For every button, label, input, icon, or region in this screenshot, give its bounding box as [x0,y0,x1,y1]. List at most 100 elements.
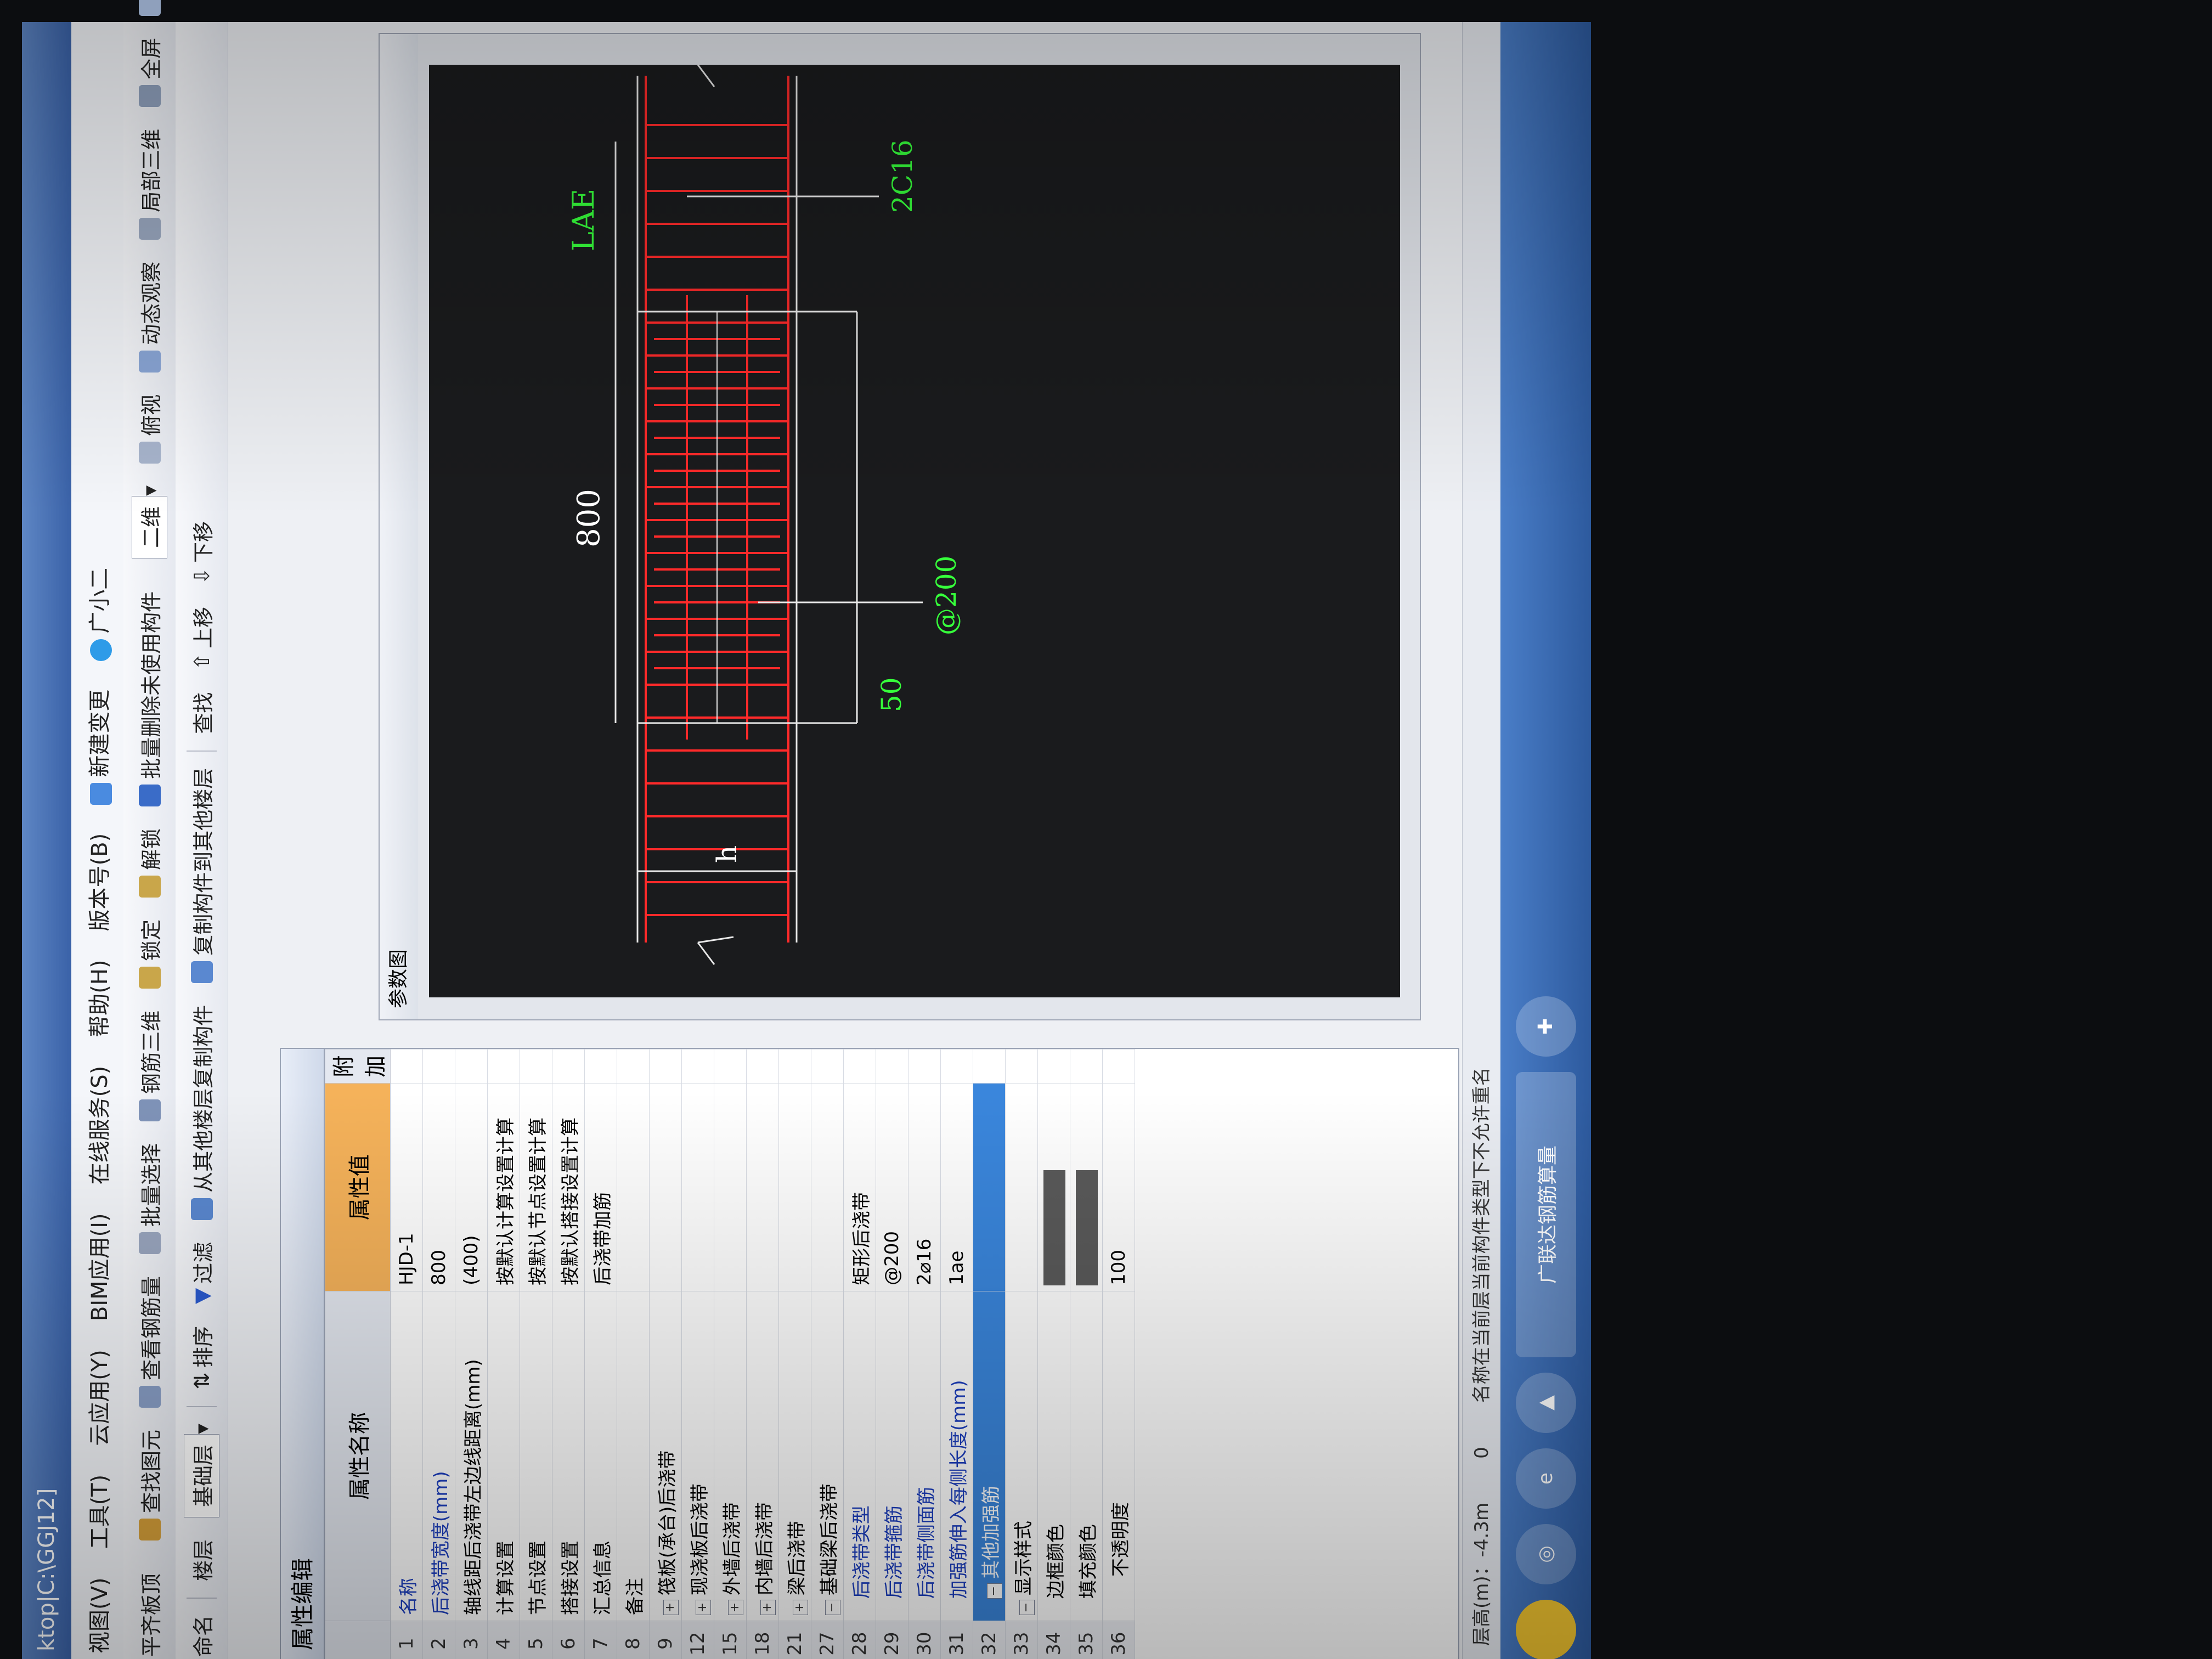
property-value[interactable] [1070,1083,1103,1291]
property-row[interactable]: 32 − 其他加强筋 [973,1049,1006,1659]
property-value[interactable]: 按默认计算设置计算 [487,1083,520,1291]
property-value[interactable] [617,1083,650,1291]
menu-cloud[interactable]: 云应用(Y) [82,1335,114,1460]
tab-property-edit[interactable]: 属性编辑 [281,1049,325,1659]
property-extra-checkbox[interactable] [584,1049,617,1084]
menu-help[interactable]: 帮助(H) [82,945,114,1051]
property-value[interactable] [746,1083,779,1291]
property-extra-checkbox[interactable] [520,1049,552,1084]
property-extra-checkbox[interactable] [1037,1049,1070,1084]
expand-icon[interactable]: + [792,1600,808,1616]
menu-assistant[interactable]: 广小二 [82,554,114,675]
menu-bim[interactable]: BIM应用(I) [82,1199,114,1335]
property-value[interactable]: 按默认搭接设置计算 [552,1083,585,1291]
property-row[interactable]: 6 搭接设置 按默认搭接设置计算 [552,1049,585,1659]
zoom-button[interactable]: 缩放 [134,0,165,27]
property-extra-checkbox[interactable] [1005,1049,1038,1084]
property-value[interactable] [1005,1083,1038,1291]
property-value[interactable]: 2⌀16 [908,1083,941,1291]
collapse-icon[interactable]: − [1019,1600,1035,1616]
collapse-icon[interactable]: − [986,1583,1002,1599]
property-extra-checkbox[interactable] [487,1049,520,1084]
property-row[interactable]: 34 边框颜色 [1037,1049,1070,1659]
property-value[interactable] [681,1083,714,1291]
collapse-icon[interactable]: − [825,1600,840,1616]
property-row[interactable]: 30 后浇带侧面筋 2⌀16 [908,1049,941,1659]
batch-select-button[interactable]: 批量选择 [134,1132,165,1265]
property-row[interactable]: 27 − 基础梁后浇带 [811,1049,844,1659]
property-extra-checkbox[interactable] [1070,1049,1103,1084]
property-extra-checkbox[interactable] [681,1049,714,1084]
property-value[interactable]: 按默认节点设置计算 [520,1083,552,1291]
menu-online-service[interactable]: 在线服务(S) [82,1052,114,1199]
pinned-app-icon[interactable]: ✚ [1515,996,1576,1057]
property-value[interactable] [714,1083,747,1291]
property-value[interactable] [649,1083,682,1291]
start-icon[interactable] [1515,1600,1576,1659]
expand-icon[interactable]: + [663,1600,679,1616]
property-row[interactable]: 7 汇总信息 后浇带加筋 [584,1049,617,1659]
property-extra-checkbox[interactable] [843,1049,876,1084]
property-extra-checkbox[interactable] [552,1049,585,1084]
property-value[interactable] [973,1083,1006,1291]
color-swatch[interactable] [1043,1170,1065,1285]
property-extra-checkbox[interactable] [973,1049,1006,1084]
property-row[interactable]: 31 加强筋伸入每侧长度(mm) 1ae [940,1049,973,1659]
property-row[interactable]: 36 不透明度 100 [1102,1049,1135,1659]
property-value[interactable]: @200 [876,1083,909,1291]
view-mode-select[interactable]: 二维 ▾ [132,475,167,569]
view-rebar-button[interactable]: 查看钢筋量 [134,1265,165,1419]
menu-version[interactable]: 版本号(B) [82,819,114,946]
property-extra-checkbox[interactable] [649,1049,682,1084]
copy-to-floor-button[interactable]: 复制构件到其他楼层 [187,757,217,994]
property-row[interactable]: 3 轴线距后浇带左边线距离(mm) (400) [455,1049,488,1659]
menu-tools[interactable]: 工具(T) [82,1460,114,1564]
property-value[interactable]: 800 [422,1083,455,1291]
property-extra-checkbox[interactable] [908,1049,941,1084]
find-button[interactable]: 查找 [187,681,217,745]
property-extra-checkbox[interactable] [1102,1049,1135,1084]
taskbar-active-window[interactable]: 广联达钢筋算量 [1515,1072,1576,1357]
lock-button[interactable]: 锁定 [134,909,165,1000]
property-row[interactable]: 28 后浇带类型 矩形后浇带 [843,1049,876,1659]
ie-icon[interactable]: e [1515,1448,1576,1509]
property-row[interactable]: 21 + 梁后浇带 [778,1049,811,1659]
property-row[interactable]: 29 后浇带箍筋 @200 [876,1049,909,1659]
property-extra-checkbox[interactable] [390,1049,423,1084]
property-row[interactable]: 18 + 内墙后浇带 [746,1049,779,1659]
property-row[interactable]: 35 填充颜色 [1070,1049,1103,1659]
property-row[interactable]: 8 备注 [617,1049,650,1659]
property-value[interactable]: (400) [455,1083,488,1291]
property-value[interactable]: 100 [1102,1083,1135,1291]
browser-icon[interactable]: ◎ [1515,1524,1576,1584]
copy-from-floor-button[interactable]: 从其他楼层复制构件 [187,994,217,1231]
move-up-button[interactable]: ⇧ 上移 [187,596,217,681]
property-row[interactable]: 1 名称 HJD-1 [390,1049,423,1659]
property-row[interactable]: 4 计算设置 按默认计算设置计算 [487,1049,520,1659]
top-view-button[interactable]: 俯视 [134,383,165,475]
property-extra-checkbox[interactable] [714,1049,747,1084]
expand-icon[interactable]: + [695,1600,711,1616]
property-value[interactable]: HJD-1 [390,1083,423,1291]
floor-select[interactable]: 基础层 ▾ [184,1413,219,1528]
partial-3d-button[interactable]: 局部三维 [134,118,165,251]
align-slab-top-button[interactable]: 平齐板顶 [134,1562,165,1659]
property-row[interactable]: 33 − 显示样式 [1005,1049,1038,1659]
property-extra-checkbox[interactable] [422,1049,455,1084]
expand-icon[interactable]: + [760,1600,776,1616]
unlock-button[interactable]: 解锁 [134,817,165,909]
property-row[interactable]: 9 + 筏板(承台)后浇带 [649,1049,682,1659]
property-value[interactable] [811,1083,844,1291]
property-extra-checkbox[interactable] [811,1049,844,1084]
orbit-button[interactable]: 动态观察 [134,251,165,383]
color-swatch[interactable] [1075,1170,1098,1285]
property-extra-checkbox[interactable] [746,1049,779,1084]
property-value[interactable]: 矩形后浇带 [843,1083,876,1291]
property-extra-checkbox[interactable] [778,1049,811,1084]
property-extra-checkbox[interactable] [455,1049,488,1084]
expand-icon[interactable]: + [727,1600,743,1616]
property-extra-checkbox[interactable] [617,1049,650,1084]
property-value[interactable] [1037,1083,1070,1291]
rebar-3d-button[interactable]: 钢筋三维 [134,1000,165,1132]
property-row[interactable]: 12 + 现浇板后浇带 [681,1049,714,1659]
